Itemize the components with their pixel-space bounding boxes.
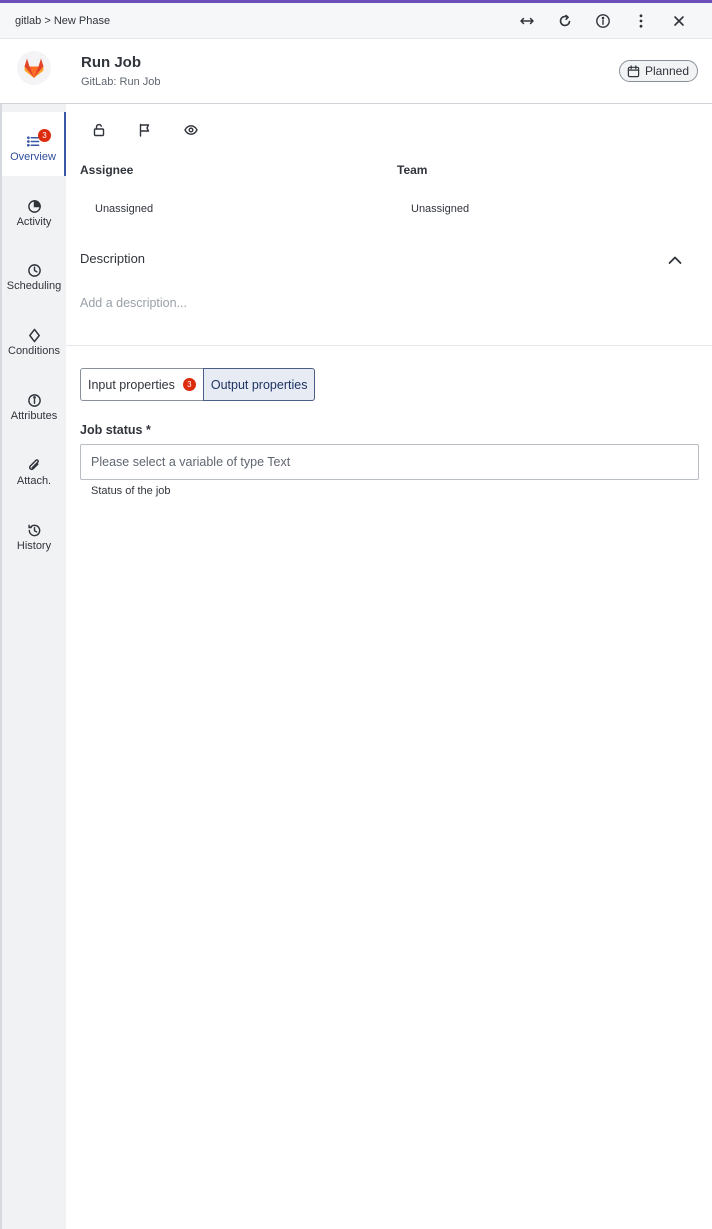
- flag-icon: [139, 123, 150, 137]
- unlock-icon: [93, 123, 105, 137]
- collapse-description-button[interactable]: [664, 249, 686, 271]
- refresh-button[interactable]: [546, 3, 584, 39]
- description-heading: Description: [80, 251, 146, 266]
- calendar-icon: [627, 64, 640, 77]
- more-button[interactable]: [622, 3, 660, 39]
- sidebar-item-label: Activity: [16, 216, 52, 228]
- team-value[interactable]: Unassigned: [411, 203, 469, 215]
- overview-count-badge: 3: [38, 129, 51, 142]
- sidebar-item-label: Overview: [10, 151, 56, 163]
- chevron-up-icon: [668, 256, 682, 264]
- sidebar-item-activity[interactable]: Activity: [2, 177, 66, 241]
- sidebar-item-label: Scheduling: [6, 280, 62, 292]
- info-icon: [27, 394, 41, 407]
- pie-icon: [27, 200, 41, 213]
- watch-button[interactable]: [182, 120, 228, 140]
- sidebar-item-label: History: [16, 540, 52, 552]
- status-label: Planned: [644, 64, 689, 78]
- history-icon: [27, 524, 40, 537]
- expand-icon: [520, 17, 534, 25]
- sidebar-item-attachments[interactable]: Attach.: [2, 436, 66, 500]
- unlock-button[interactable]: [90, 120, 136, 140]
- tab-output-properties[interactable]: Output properties: [202, 368, 316, 401]
- flag-button[interactable]: [136, 120, 182, 140]
- clock-icon: [27, 264, 41, 277]
- expand-button[interactable]: [508, 3, 546, 39]
- action-toolbar: [90, 120, 228, 140]
- job-status-label: Job status *: [80, 423, 151, 437]
- info-icon: [596, 14, 610, 28]
- sidebar-item-label: Conditions: [8, 345, 60, 357]
- tab-input-properties[interactable]: Input properties 3: [80, 368, 203, 401]
- breadcrumb-bar: gitlab > New Phase: [0, 3, 712, 39]
- gitlab-logo: [17, 51, 51, 85]
- page-title: Run Job: [81, 54, 141, 71]
- job-status-help: Status of the job: [91, 485, 171, 497]
- refresh-icon: [559, 14, 571, 27]
- input-properties-count-badge: 3: [182, 378, 196, 391]
- close-icon: [674, 16, 684, 26]
- assignee-label: Assignee: [80, 163, 134, 177]
- sidebar-item-scheduling[interactable]: Scheduling: [2, 241, 66, 305]
- breadcrumb: gitlab > New Phase: [15, 14, 111, 27]
- sidebar-item-label: Attributes: [10, 410, 58, 422]
- info-button[interactable]: [584, 3, 622, 39]
- sidebar-item-overview[interactable]: Overview 3: [2, 112, 66, 176]
- paperclip-icon: [28, 459, 39, 471]
- diamond-icon: [28, 328, 40, 343]
- tab-label: Output properties: [210, 377, 308, 392]
- page-subtitle: GitLab: Run Job: [81, 76, 161, 88]
- team-label: Team: [397, 163, 428, 177]
- description-input[interactable]: Add a description...: [80, 296, 187, 310]
- status-badge[interactable]: Planned: [618, 60, 698, 82]
- tab-label: Input properties: [88, 377, 175, 392]
- gitlab-logo-icon: [24, 58, 44, 78]
- sidebar: Overview 3 Activity Scheduling Condition…: [0, 104, 66, 1229]
- window-actions: [508, 3, 698, 39]
- close-button[interactable]: [660, 3, 698, 39]
- eye-icon: [184, 125, 198, 135]
- properties-tabs: Input properties 3 Output properties: [80, 368, 316, 401]
- task-header: Run Job GitLab: Run Job Planned: [0, 39, 712, 104]
- job-status-input[interactable]: [80, 444, 699, 480]
- sidebar-item-label: Attach.: [16, 475, 52, 487]
- section-divider: [66, 345, 712, 346]
- sidebar-item-attributes[interactable]: Attributes: [2, 371, 66, 435]
- assignee-value[interactable]: Unassigned: [95, 203, 153, 215]
- sidebar-item-history[interactable]: History: [2, 501, 66, 565]
- sidebar-item-conditions[interactable]: Conditions: [2, 306, 66, 370]
- more-vertical-icon: [639, 14, 643, 28]
